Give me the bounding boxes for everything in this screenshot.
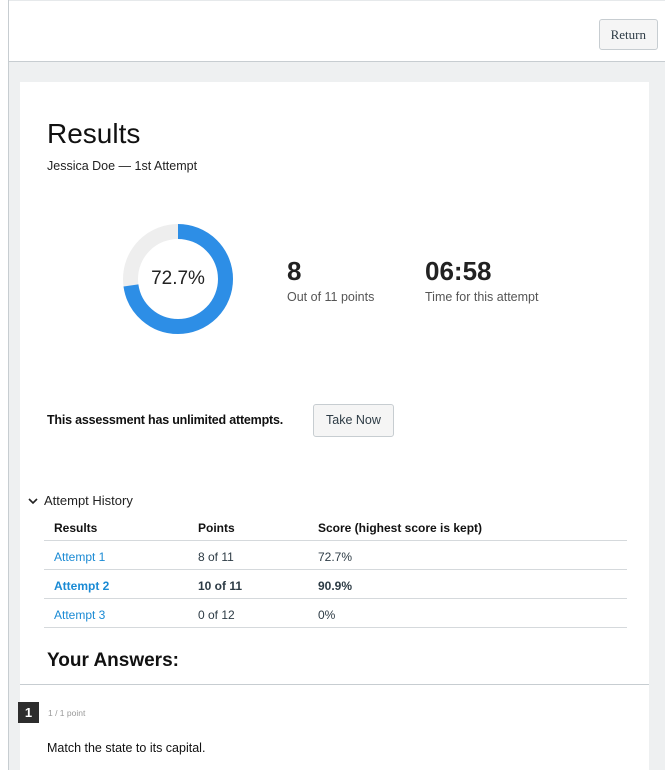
table-row: Attempt 3 0 of 12 0% bbox=[44, 599, 627, 628]
table-header-row: Results Points Score (highest score is k… bbox=[44, 512, 627, 541]
points-caption: Out of 11 points bbox=[287, 290, 375, 304]
attempt-points: 10 of 11 bbox=[198, 579, 243, 593]
time-caption: Time for this attempt bbox=[425, 290, 539, 304]
question-number-badge: 1 bbox=[18, 702, 39, 723]
attempt-score: 72.7% bbox=[318, 550, 353, 564]
attempt-3-link[interactable]: Attempt 3 bbox=[54, 608, 105, 622]
page-title: Results bbox=[47, 118, 141, 149]
points-value: 8 bbox=[287, 256, 302, 286]
take-now-button[interactable]: Take Now bbox=[313, 404, 394, 437]
attempt-points: 0 of 12 bbox=[198, 608, 235, 622]
time-value: 06:58 bbox=[425, 256, 492, 286]
table-row: Attempt 2 10 of 11 90.9% bbox=[44, 570, 627, 599]
score-percent: 72.7% bbox=[151, 268, 205, 289]
column-header-points: Points bbox=[198, 521, 235, 535]
unlimited-attempts-notice: This assessment has unlimited attempts. bbox=[47, 413, 284, 427]
return-button[interactable]: Return bbox=[598, 19, 658, 50]
your-answers-heading: Your Answers: bbox=[47, 650, 179, 671]
column-header-results: Results bbox=[54, 521, 98, 535]
attempt-history-table: Results Points Score (highest score is k… bbox=[44, 512, 627, 628]
attempt-score: 90.9% bbox=[318, 579, 353, 593]
table-row: Attempt 1 8 of 11 72.7% bbox=[44, 541, 627, 570]
question-text: Match the state to its capital. bbox=[47, 741, 206, 755]
attempt-points: 8 of 11 bbox=[198, 550, 234, 564]
chevron-down-icon bbox=[28, 497, 38, 504]
attempt-history-toggle[interactable]: Attempt History bbox=[28, 493, 133, 508]
attempt-1-link[interactable]: Attempt 1 bbox=[54, 550, 105, 564]
question-points: 1 / 1 point bbox=[48, 708, 86, 718]
attempt-score: 0% bbox=[318, 608, 336, 622]
column-header-score: Score (highest score is kept) bbox=[318, 521, 483, 535]
attempt-2-link[interactable]: Attempt 2 bbox=[54, 579, 109, 593]
attempt-subtitle: Jessica Doe — 1st Attempt bbox=[47, 159, 198, 173]
attempt-history-label: Attempt History bbox=[44, 493, 133, 508]
section-divider bbox=[20, 684, 649, 685]
top-bar: Return bbox=[9, 0, 665, 62]
